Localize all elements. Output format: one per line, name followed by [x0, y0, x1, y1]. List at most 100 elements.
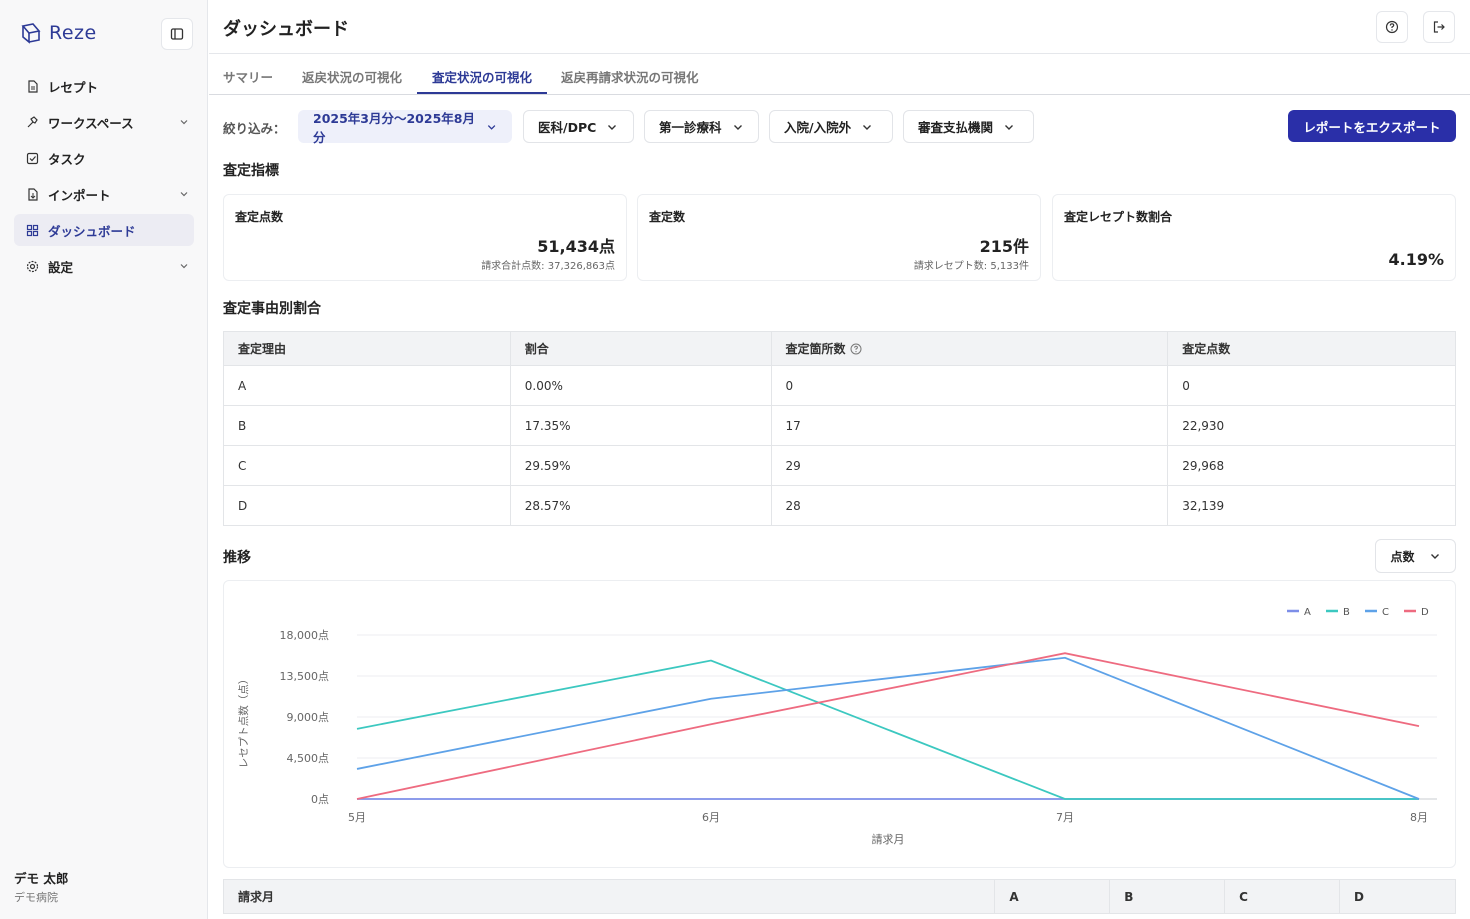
- sidebar-item-label: ワークスペース: [48, 115, 134, 131]
- column-header: 査定理由: [223, 331, 511, 366]
- y-tick-label: 4,500点: [287, 752, 330, 765]
- export-report-button[interactable]: レポートをエクスポート: [1288, 110, 1456, 142]
- payer-filter[interactable]: 審査支払機関: [903, 110, 1034, 143]
- first-department-value: 第一診療科: [659, 120, 722, 135]
- count-cell: 0: [770, 365, 1169, 406]
- x-tick-label: 7月: [1056, 811, 1074, 824]
- date-range-value: 2025年3月分〜2025年8月分: [313, 110, 475, 145]
- filter-label: 絞り込み：: [223, 121, 286, 136]
- x-tick-label: 6月: [702, 811, 720, 824]
- x-tick-label: 5月: [348, 811, 366, 824]
- chevron-down-icon: [1430, 554, 1439, 559]
- gear-icon: [26, 260, 39, 272]
- legend-label: B: [1343, 607, 1350, 618]
- metric-select[interactable]: 点数: [1375, 539, 1456, 573]
- chart-legend[interactable]: A B C D: [1287, 607, 1429, 618]
- sidebar-item-receipt[interactable]: レセプト: [14, 70, 194, 102]
- y-tick-label: 0点: [311, 793, 329, 806]
- logout-button[interactable]: [1423, 11, 1455, 43]
- y-tick-label: 9,000点: [287, 711, 330, 724]
- series-line-d: [356, 652, 1420, 800]
- tab-rebilling-status[interactable]: 返戻再請求状況の可視化: [561, 67, 699, 86]
- legend-item-c[interactable]: C: [1365, 607, 1389, 618]
- kpi-sub: 請求レセプト数: 5,133件: [913, 261, 1029, 272]
- count-cell: 28: [770, 485, 1169, 526]
- user-info[interactable]: デモ 太郎 デモ病院: [14, 868, 68, 905]
- column-header-label: 査定箇所数: [785, 342, 846, 356]
- inpatient-value: 入院/入院外: [784, 120, 852, 135]
- reason-cell: D: [223, 485, 511, 526]
- count-cell: 17: [770, 405, 1169, 446]
- chevron-down-icon: [608, 124, 617, 130]
- header: ダッシュボード: [209, 0, 1470, 54]
- tab-summary[interactable]: サマリー: [223, 67, 273, 86]
- kpi-card-assessed-ratio: 査定レセプト数割合 4.19%: [1052, 194, 1456, 281]
- kpi-card-assessed-points: 査定点数 51,434点 請求合計点数: 37,326,863点: [223, 194, 627, 281]
- column-header: D: [1339, 879, 1456, 914]
- points-cell: 22,930: [1167, 405, 1456, 446]
- first-department-filter[interactable]: 第一診療科: [644, 110, 759, 143]
- y-axis-label: レセプト点数（点）: [237, 674, 250, 769]
- logout-icon: [1433, 21, 1445, 33]
- chevron-down-icon: [863, 124, 872, 130]
- sidebar-item-settings[interactable]: 設定: [14, 250, 194, 282]
- ratio-cell: 29.59%: [509, 445, 772, 486]
- tab-assessment-status[interactable]: 査定状況の可視化: [432, 67, 532, 86]
- legend-label: C: [1382, 607, 1389, 618]
- sidebar-item-label: レセプト: [48, 79, 99, 95]
- help-icon[interactable]: [850, 343, 862, 355]
- chevron-down-icon: [180, 192, 188, 197]
- help-button[interactable]: [1376, 11, 1408, 43]
- sidebar-item-dashboard[interactable]: ダッシュボード: [14, 214, 194, 246]
- sidebar: Reze レセプト ワークスペース タスク インポート ダッシュボード 設定 デ…: [0, 0, 208, 919]
- column-header: A: [994, 879, 1111, 914]
- sidebar-toggle-button[interactable]: [161, 18, 193, 50]
- legend-item-a[interactable]: A: [1287, 607, 1311, 618]
- document-icon: [28, 79, 38, 93]
- chevron-down-icon: [487, 124, 496, 130]
- tools-icon: [27, 115, 38, 127]
- column-header: C: [1224, 879, 1341, 914]
- ratio-cell: 0.00%: [509, 365, 772, 406]
- points-cell: 29,968: [1167, 445, 1456, 486]
- brand[interactable]: Reze: [20, 22, 97, 44]
- chevron-down-icon: [180, 264, 188, 269]
- table-row: B 17.35% 17 22,930: [223, 405, 1456, 446]
- sidebar-item-import[interactable]: インポート: [14, 178, 194, 210]
- x-axis-label: 請求月: [872, 832, 905, 846]
- reason-cell: C: [223, 445, 511, 486]
- table-row: C 29.59% 29 29,968: [223, 445, 1456, 486]
- kpi-section-title: 査定指標: [223, 163, 279, 179]
- reason-table: 査定理由 割合 査定箇所数 査定点数 A 0.00% 0 0 B 17.35% …: [223, 331, 1456, 526]
- table-row: A 0.00% 0 0: [223, 365, 1456, 406]
- legend-item-b[interactable]: B: [1326, 607, 1350, 618]
- legend-label: D: [1421, 607, 1429, 618]
- x-tick-labels: 5月 6月 7月 8月: [348, 811, 1428, 824]
- active-tab-indicator: [417, 92, 547, 94]
- sidebar-item-workspace[interactable]: ワークスペース: [14, 106, 194, 138]
- x-tick-label: 8月: [1410, 811, 1428, 824]
- chevron-down-icon: [180, 120, 188, 125]
- tab-bar: サマリー 返戻状況の可視化 査定状況の可視化 返戻再請求状況の可視化: [209, 55, 1470, 95]
- points-cell: 0: [1167, 365, 1456, 406]
- chevron-down-icon: [1005, 124, 1014, 130]
- reason-cell: B: [223, 405, 511, 446]
- kpi-label: 査定数: [649, 210, 686, 224]
- user-org: デモ病院: [14, 891, 58, 904]
- chart-grid: [357, 634, 1437, 800]
- table-header-row: 査定理由 割合 査定箇所数 査定点数: [223, 331, 1456, 366]
- trend-section-title: 推移: [223, 550, 251, 566]
- brand-name: Reze: [49, 22, 97, 44]
- kpi-value: 215件: [979, 237, 1029, 256]
- legend-item-d[interactable]: D: [1404, 607, 1429, 618]
- monthly-table: 請求月 A B C D: [222, 879, 1456, 914]
- sidebar-item-task[interactable]: タスク: [14, 142, 194, 174]
- tab-return-status[interactable]: 返戻状況の可視化: [302, 67, 402, 86]
- kpi-card-assessed-count: 査定数 215件 請求レセプト数: 5,133件: [637, 194, 1041, 281]
- department-filter[interactable]: 医科/DPC: [523, 110, 634, 143]
- sidebar-item-label: 設定: [48, 259, 74, 275]
- sidebar-item-label: インポート: [48, 187, 111, 203]
- date-range-filter[interactable]: 2025年3月分〜2025年8月分: [298, 110, 512, 145]
- metric-value: 点数: [1390, 549, 1415, 564]
- inpatient-filter[interactable]: 入院/入院外: [769, 110, 893, 143]
